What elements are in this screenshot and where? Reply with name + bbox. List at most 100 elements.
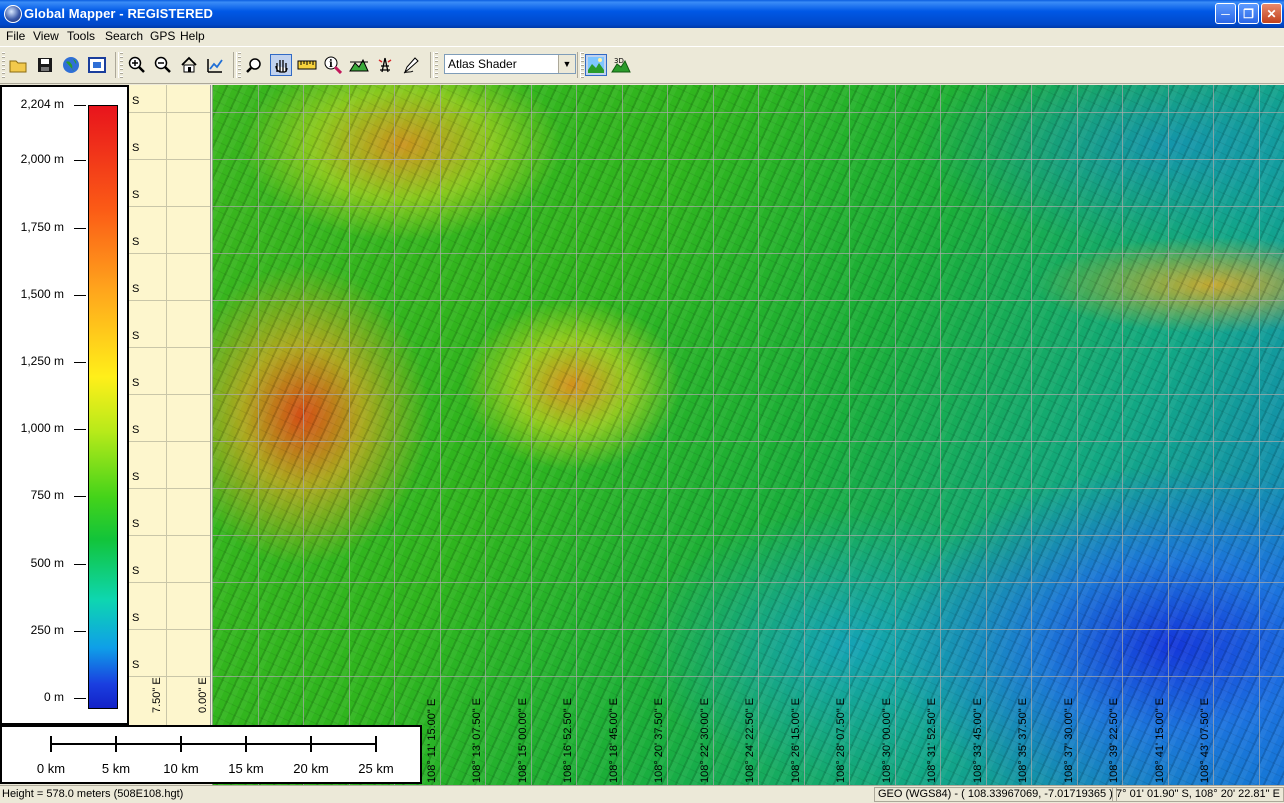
lon-label: 108° 30' 00.00" E [881, 698, 893, 783]
path-profile-icon[interactable] [348, 54, 370, 76]
lat-label: S [132, 189, 139, 201]
legend-label: 1,000 m [6, 421, 64, 435]
lat-label: S [132, 659, 139, 671]
lat-label: S [132, 95, 139, 107]
measure-icon[interactable] [296, 54, 318, 76]
pan-hand-icon[interactable] [270, 54, 292, 76]
lat-label: S [132, 612, 139, 624]
grid-line-vertical [849, 85, 850, 785]
status-height: Height = 578.0 meters (508E108.hgt) [2, 788, 183, 800]
lon-label: 108° 20' 37.50" E [653, 698, 665, 783]
lat-gridline [129, 582, 211, 583]
view-2d-button[interactable] [585, 54, 607, 76]
lat-gridline [129, 159, 211, 160]
legend-label: 1,750 m [6, 220, 64, 234]
lon-label: 108° 26' 15.00" E [790, 698, 802, 783]
grid-line-horizontal [212, 441, 1284, 442]
lat-gridline [129, 300, 211, 301]
lon-label: 108° 11' 15.00" E [426, 699, 438, 783]
zoom-tool-icon[interactable] [244, 54, 266, 76]
minimize-button[interactable]: ─ [1215, 3, 1236, 24]
save-icon[interactable] [34, 54, 56, 76]
info-icon[interactable]: i [322, 54, 344, 76]
grid-line-vertical [1031, 85, 1032, 785]
grid-line-horizontal [212, 676, 1284, 677]
lat-gridline [129, 535, 211, 536]
lon-label-side: 7.50" E [151, 677, 163, 713]
title-bar[interactable]: Global Mapper - REGISTERED ─ ❐ ✕ [0, 0, 1284, 28]
chevron-down-icon[interactable]: ▼ [558, 55, 575, 73]
grid-line-vertical [485, 85, 486, 785]
view-3d-label: 3D [614, 57, 624, 65]
lon-label: 108° 15' 00.00" E [517, 698, 529, 783]
legend-tick [74, 429, 86, 430]
grid-line-vertical [986, 85, 987, 785]
grid-line-horizontal [212, 112, 1284, 113]
globe-icon[interactable] [60, 54, 82, 76]
grid-line-horizontal [212, 582, 1284, 583]
lon-label: 108° 31' 52.50" E [926, 698, 938, 783]
lon-label: 108° 35' 37.50" E [1017, 698, 1029, 783]
elevation-map[interactable]: 200" E00" E00" E2.50" E108° 11' 15.00" E… [212, 85, 1284, 785]
grid-line-vertical [804, 85, 805, 785]
toolbar-grip[interactable] [120, 52, 123, 78]
lat-gridline [129, 441, 211, 442]
elevation-legend: 2,204 m2,000 m1,750 m1,500 m1,250 m1,000… [0, 85, 129, 725]
terrain-3d-icon: 3D [611, 56, 631, 74]
scale-bar-label: 10 km [163, 761, 198, 776]
lat-label: S [132, 330, 139, 342]
menu-tools[interactable]: Tools [67, 29, 95, 43]
grid-line-horizontal [212, 159, 1284, 160]
lat-gridline [129, 112, 211, 113]
scale-bar-tick [375, 736, 377, 752]
grid-line-horizontal [212, 488, 1284, 489]
zoom-extent-icon[interactable] [204, 54, 226, 76]
zoom-out-icon[interactable] [152, 54, 174, 76]
scale-bar: 0 km5 km10 km15 km20 km25 km [0, 725, 422, 784]
view-shed-icon[interactable] [374, 54, 396, 76]
lon-label: 108° 43' 07.50" E [1199, 698, 1211, 783]
close-button[interactable]: ✕ [1261, 3, 1282, 24]
lon-label: 108° 18' 45.00" E [608, 698, 620, 783]
digitizer-icon[interactable] [400, 54, 422, 76]
shader-dropdown-value: Atlas Shader [448, 57, 517, 71]
scale-bar-tick [310, 736, 312, 752]
menu-search[interactable]: Search [105, 29, 143, 43]
menu-file[interactable]: File [6, 29, 25, 43]
legend-label: 2,204 m [6, 97, 64, 111]
grid-line-vertical [940, 85, 941, 785]
menu-help[interactable]: Help [180, 29, 205, 43]
zoom-in-icon[interactable] [126, 54, 148, 76]
scale-bar-tick [115, 736, 117, 752]
lat-gridline [129, 629, 211, 630]
config-icon[interactable] [86, 54, 108, 76]
window-title: Global Mapper - REGISTERED [24, 6, 213, 21]
scale-bar-tick [180, 736, 182, 752]
home-icon[interactable] [178, 54, 200, 76]
scale-bar-tick [245, 736, 247, 752]
scale-bar-label: 0 km [37, 761, 65, 776]
lat-gridline [129, 253, 211, 254]
grid-line-horizontal [212, 300, 1284, 301]
toolbar-grip[interactable] [581, 52, 584, 78]
open-icon[interactable] [7, 54, 29, 76]
scale-bar-label: 20 km [293, 761, 328, 776]
grid-line-vertical [394, 85, 395, 785]
grid-line-vertical [1259, 85, 1260, 785]
legend-tick [74, 698, 86, 699]
toolbar-grip[interactable] [435, 52, 438, 78]
toolbar-grip[interactable] [2, 52, 5, 78]
toolbar-grip[interactable] [238, 52, 241, 78]
view-3d-button[interactable]: 3D [610, 54, 632, 76]
maximize-button[interactable]: ❐ [1238, 3, 1259, 24]
shader-dropdown[interactable]: Atlas Shader ▼ [444, 54, 576, 74]
legend-tick [74, 228, 86, 229]
toolbar-separator [115, 52, 119, 78]
menu-view[interactable]: View [33, 29, 59, 43]
app-globe-icon[interactable] [4, 5, 22, 23]
status-projection: GEO (WGS84) - ( 108.33967069, -7.0171936… [874, 787, 1117, 802]
lat-gridline [129, 347, 211, 348]
lat-label: S [132, 518, 139, 530]
menu-gps[interactable]: GPS [150, 29, 175, 43]
grid-line-vertical [531, 85, 532, 785]
